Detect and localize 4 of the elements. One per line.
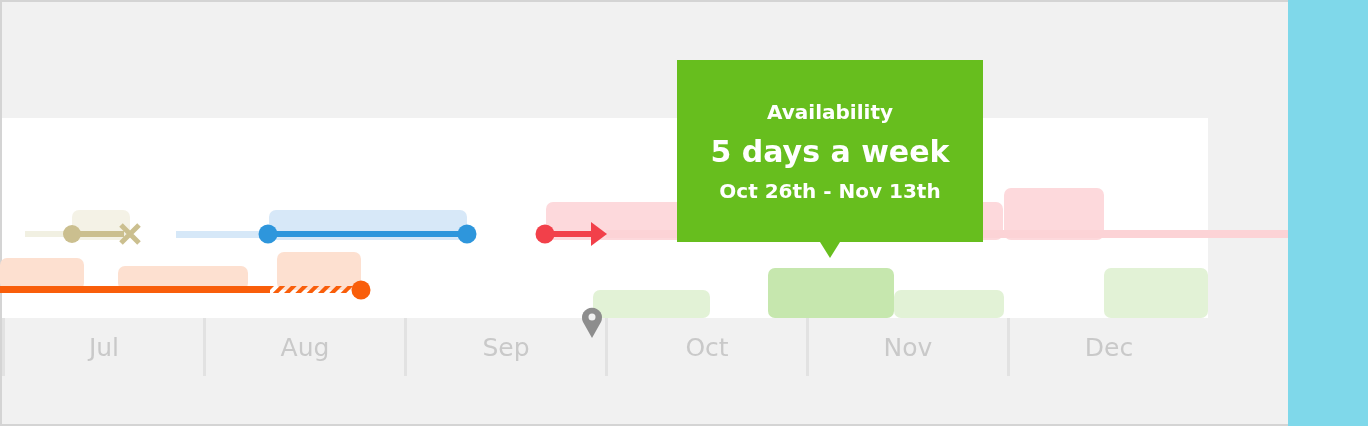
tooltip-title: Availability: [767, 99, 893, 124]
tooltip-dates: Oct 26th - Nov 13th: [719, 178, 941, 203]
location-pin-icon: [582, 307, 602, 338]
tooltip-value: 5 days a week: [710, 133, 950, 169]
